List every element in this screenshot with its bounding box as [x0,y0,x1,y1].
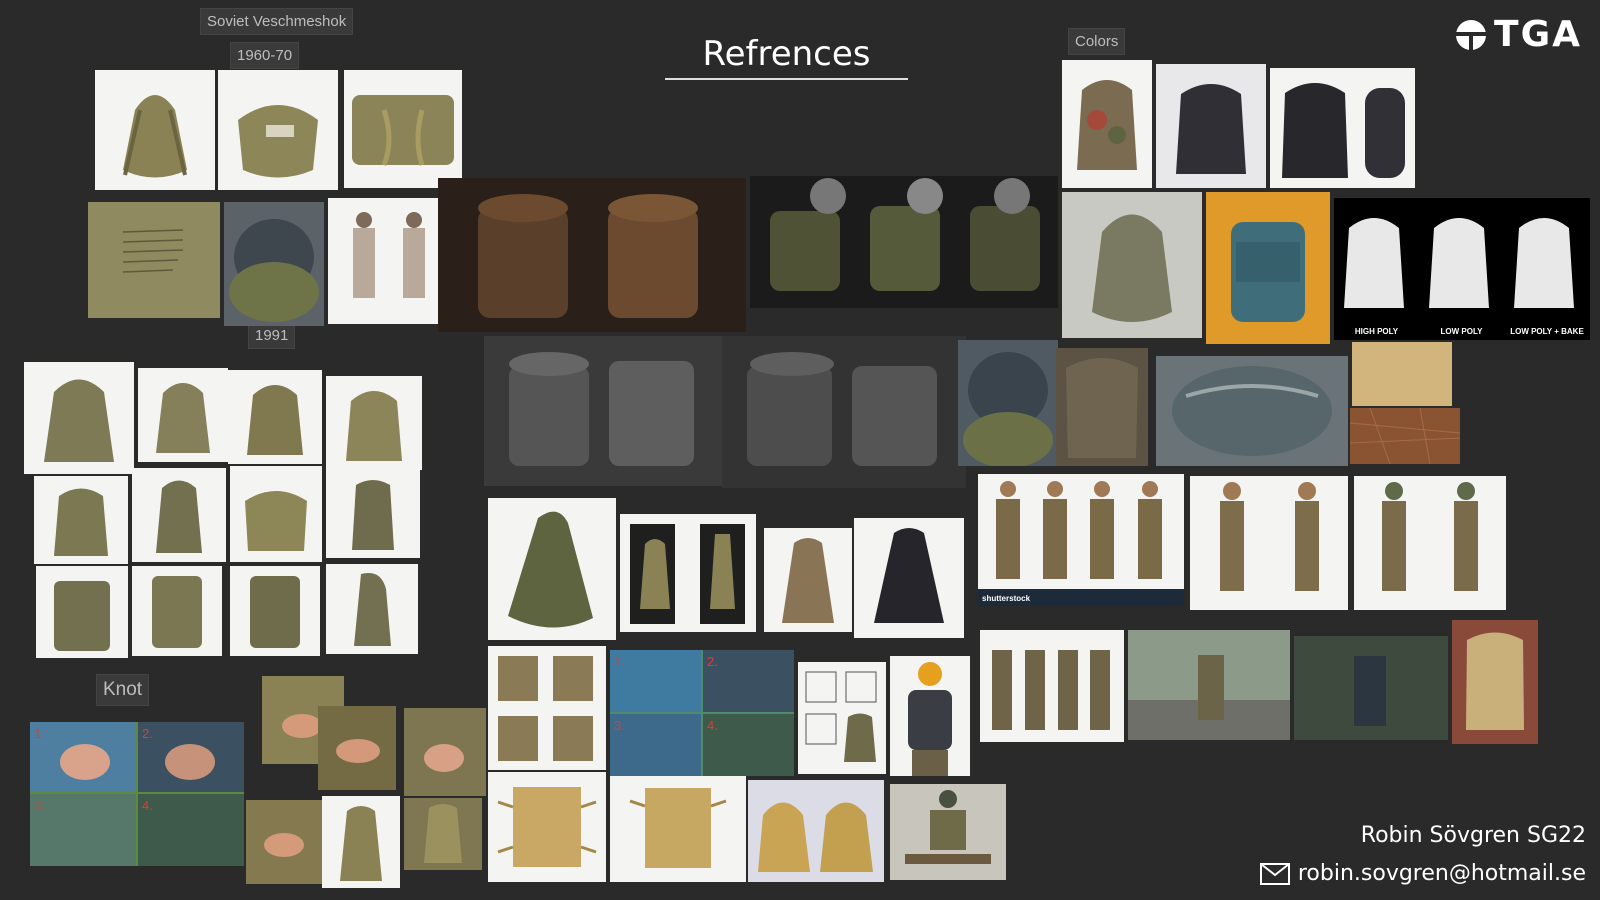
reference-photo-worn-fabric [1056,348,1148,466]
reference-texture-paper [1352,342,1452,406]
reference-photo-bag-closeup [958,340,1058,466]
reference-photo-tying-steps [488,646,606,770]
reference-render-grey-backpack [722,336,966,488]
reference-photo-bag-1991 [34,476,128,564]
author-email[interactable]: robin.sovgren@hotmail.se [1259,861,1586,886]
reference-photo-soldiers-lineup [1354,476,1506,610]
knot-step-number: 4. [707,718,718,733]
reference-photo-bag-closeup [224,202,324,326]
reference-photo-knot-steps: 1. 2. 3. 4. [610,650,794,776]
reference-photo-blue-bag [1206,192,1330,344]
reference-photo-dark-bag [1270,68,1415,188]
reference-photo-bag-sack [764,528,852,632]
reference-photo-dark-bag [1156,64,1266,188]
logo-text: TGA [1494,14,1582,55]
label-soviet-veschmeshok: Soviet Veschmeshok [200,8,354,35]
reference-photo-knot-bag [322,796,400,888]
label-era-1991: 1991 [248,322,296,349]
reference-photo-person-street [1128,630,1290,740]
tga-logo-icon [1456,19,1487,51]
reference-photo-bag-1960 [218,70,338,190]
reference-render-leather-backpack [438,178,746,332]
reference-photo-camo-bag [1062,60,1152,188]
knot-step-number: 2. [707,654,718,669]
reference-photo-soldiers-lineup: shutterstock [978,474,1184,606]
tga-logo: TGA [1454,14,1582,55]
reference-photo-bag-1991 [132,566,222,656]
reference-photo-bag-1991 [138,368,228,462]
knot-step-number: 3. [34,798,45,813]
reference-photo-bag-1991 [326,564,418,654]
reference-photo-bag-1991 [230,466,322,562]
reference-photo-knot-hands [404,708,486,796]
reference-photo-bag-1991 [326,470,420,558]
caption-low-poly-bake: LOW POLY + BAKE [1510,327,1584,336]
reference-photo-bag-1991 [36,566,128,658]
reference-sculpt-poly-stages: HIGH POLY LOW POLY LOW POLY + BAKE [1334,198,1590,340]
reference-photo-worn-bag [1156,356,1348,466]
label-colors: Colors [1068,28,1126,55]
knot-step-number: 4. [142,798,153,813]
reference-photo-dark-bag [854,518,964,638]
reference-texture-leather [1350,408,1460,464]
reference-photo-bag-mannequin [620,514,756,632]
reference-photo-gear-layout [890,784,1006,880]
reference-photo-flat-bag [610,776,746,882]
knot-step-number: 3. [614,718,625,733]
reference-photo-bag-1991 [24,362,134,474]
reference-photo-knot-hands [246,800,322,884]
reference-photo-person-motion [1294,636,1448,740]
label-era-1960-70: 1960-70 [230,42,300,69]
reference-photo-bag-1960 [95,70,215,190]
caption-low-poly: LOW POLY [1440,327,1483,336]
email-address[interactable]: robin.sovgren@hotmail.se [1298,861,1586,886]
watermark-shutterstock: shutterstock [982,594,1031,603]
author-name: Robin Sövgren SG22 [1360,823,1586,848]
page-title: Refrences [665,34,908,80]
reference-photo-bag-grey [1062,192,1202,338]
reference-photo-tan-bags [748,780,884,882]
caption-high-poly: HIGH POLY [1354,327,1399,336]
reference-render-game-backpack [750,176,1058,308]
knot-step-number: 2. [142,726,153,741]
reference-photo-knot-hands [318,706,396,790]
reference-photo-fabric-stamp [88,202,220,318]
reference-photo-person-backpack [890,656,970,776]
reference-photo-knot-bag [404,798,482,870]
reference-photo-bag-1960 [344,70,462,188]
reference-photo-flat-bag [488,772,606,882]
reference-photo-soldier-back [1452,620,1538,744]
reference-photo-soldiers-lineup [1190,476,1348,610]
label-knot: Knot [96,674,150,706]
knot-step-number: 1. [614,654,625,669]
reference-photo-soldiers-group [980,630,1124,742]
reference-photo-bag-1991 [132,468,226,562]
knot-step-number: 1. [34,726,45,741]
mail-icon [1259,862,1290,885]
reference-render-grey-backpack [484,336,724,486]
reference-diagram-bag-manual [798,662,886,774]
reference-photo-bag-1991 [230,566,320,656]
reference-photo-bag-sack [488,498,616,640]
reference-photo-bag-1991 [326,376,422,470]
reference-photo-knot-steps: 1. 2. 3. 4. [30,722,244,866]
reference-photo-bag-1991 [228,370,322,464]
reference-photo-soldiers-uniform [328,198,448,324]
